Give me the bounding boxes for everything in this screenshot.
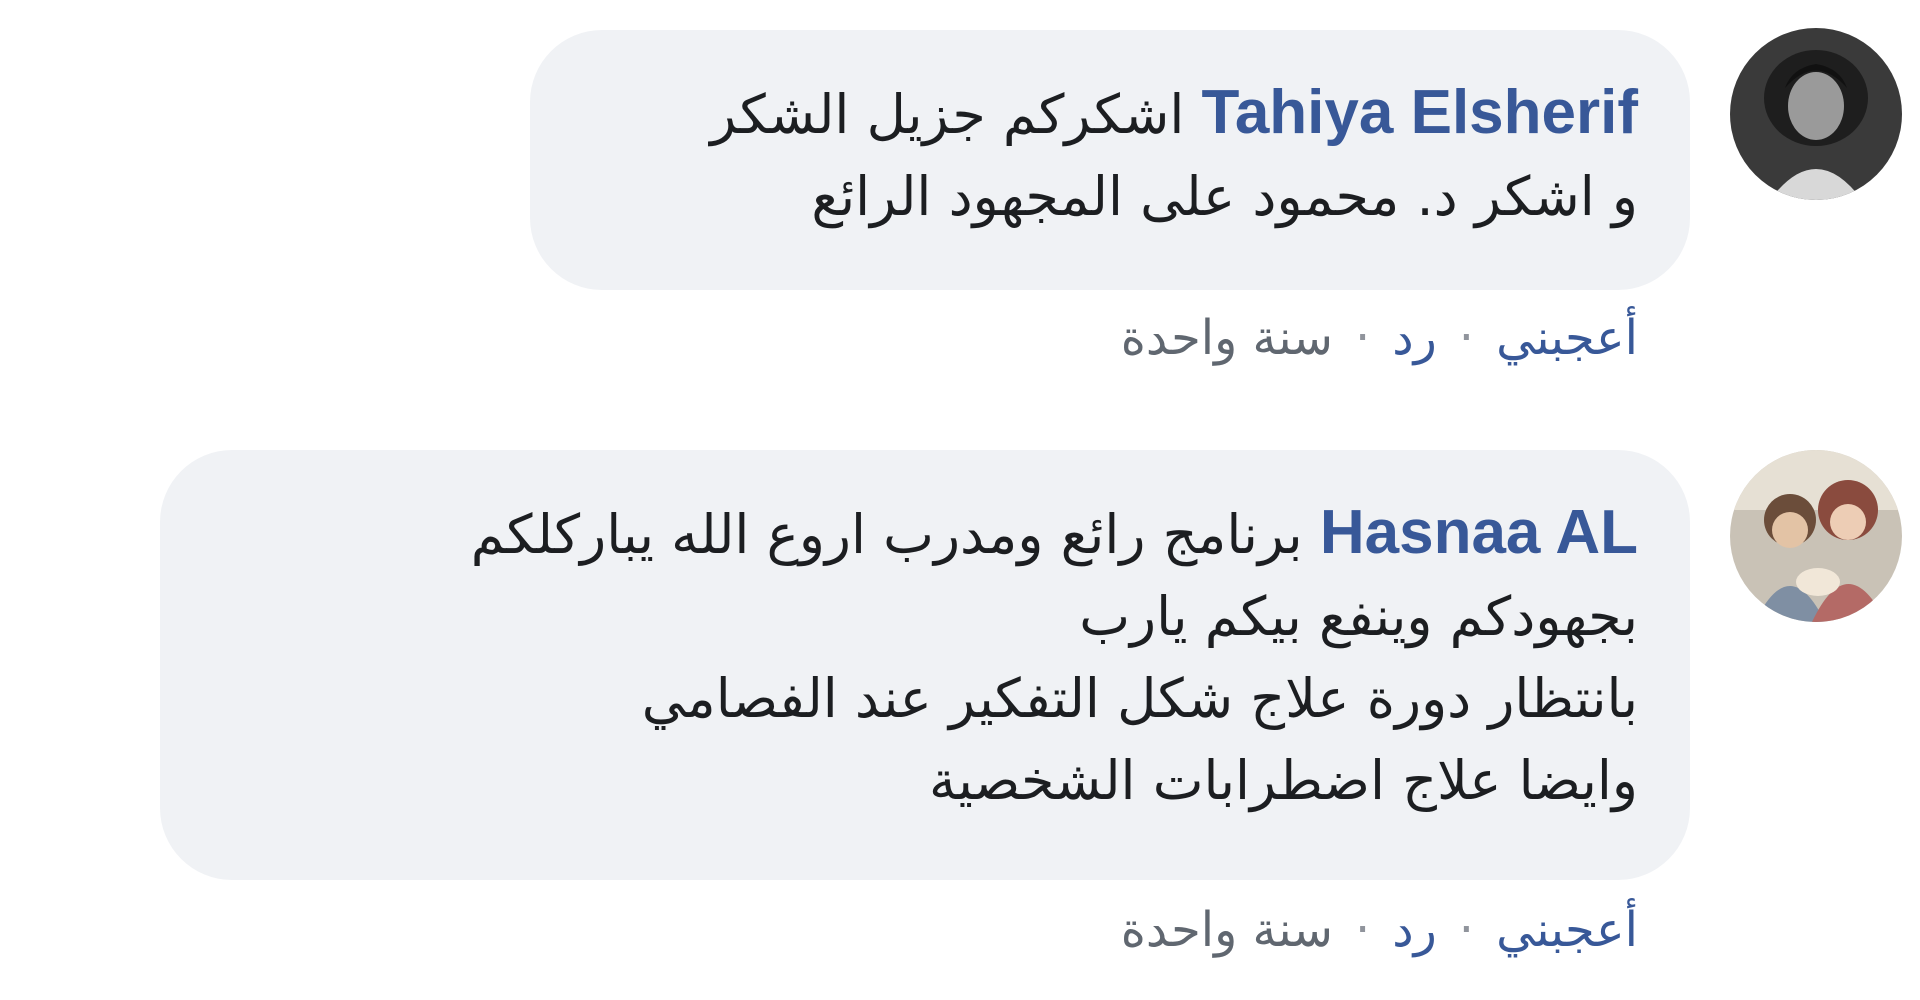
comment-actions: أعجبني · رد · سنة واحدة bbox=[1121, 308, 1638, 368]
profile-photo bbox=[1730, 450, 1902, 622]
timestamp[interactable]: سنة واحدة bbox=[1121, 310, 1333, 366]
separator: · bbox=[1458, 902, 1475, 958]
author-name[interactable]: Tahiya Elsherif bbox=[1202, 78, 1638, 147]
comment: Hasnaa AL برنامج رائع ومدرب اروع الله يب… bbox=[0, 420, 1920, 1000]
timestamp[interactable]: سنة واحدة bbox=[1121, 902, 1333, 958]
comment-text-line: برنامج رائع ومدرب اروع الله يباركلكم bbox=[470, 503, 1303, 566]
avatar[interactable] bbox=[1730, 28, 1902, 200]
author-name[interactable]: Hasnaa AL bbox=[1320, 498, 1638, 567]
separator: · bbox=[1354, 902, 1371, 958]
reply-link[interactable]: رد bbox=[1392, 902, 1437, 958]
comment-text-line: وايضا علاج اضطرابات الشخصية bbox=[928, 749, 1638, 812]
comment-bubble: Tahiya Elsherif اشكركم جزيل الشكر و اشكر… bbox=[530, 30, 1690, 290]
profile-photo bbox=[1730, 28, 1902, 200]
avatar[interactable] bbox=[1730, 450, 1902, 622]
comment-actions: أعجبني · رد · سنة واحدة bbox=[1121, 900, 1638, 960]
comment-bubble: Hasnaa AL برنامج رائع ومدرب اروع الله يب… bbox=[160, 450, 1690, 880]
like-link[interactable]: أعجبني bbox=[1496, 310, 1638, 366]
comment-text-line: بجهودكم وينفع بيكم يارب bbox=[1079, 585, 1638, 648]
comment-text-line: و اشكر د. محمود على المجهود الرائع bbox=[811, 165, 1638, 228]
reply-link[interactable]: رد bbox=[1392, 310, 1437, 366]
comment-text-line: اشكركم جزيل الشكر bbox=[710, 83, 1185, 146]
comment-text-line: بانتظار دورة علاج شكل التفكير عند الفصام… bbox=[641, 667, 1638, 730]
comment: Tahiya Elsherif اشكركم جزيل الشكر و اشكر… bbox=[0, 0, 1920, 400]
like-link[interactable]: أعجبني bbox=[1496, 902, 1638, 958]
separator: · bbox=[1354, 310, 1371, 366]
separator: · bbox=[1458, 310, 1475, 366]
